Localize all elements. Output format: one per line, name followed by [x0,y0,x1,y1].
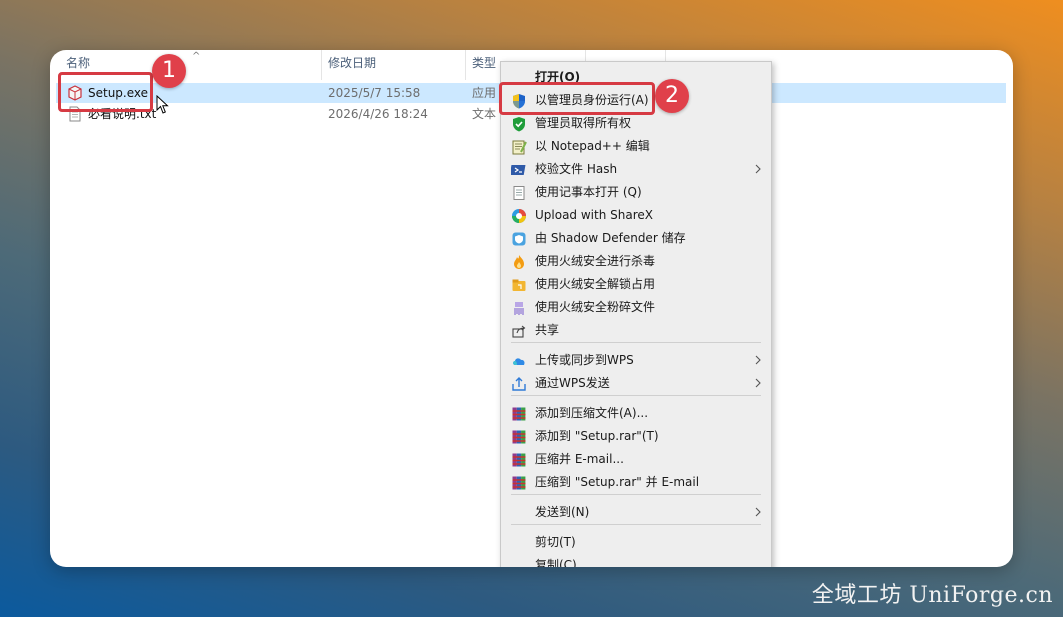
wps-send-icon [512,377,526,391]
huorong-flame-icon [514,255,524,269]
winrar-icon [512,476,526,490]
file-date: 2025/5/7 15:58 [328,86,421,100]
context-menu-item-label: 发送到(N) [535,505,590,519]
column-name-label: 名称 [66,56,91,70]
context-menu-item-label: 压缩并 E-mail... [535,452,624,466]
context-menu-item-label: 使用火绒安全进行杀毒 [535,254,656,268]
file-type: 文本 [472,107,497,121]
context-menu-item-label: 剪切(T) [535,535,576,549]
context-menu-item-label: 压缩到 "Setup.rar" 并 E-mail [535,475,700,489]
winrar-icon [512,430,526,444]
notepad-icon [513,186,525,200]
context-menu-item[interactable]: 使用火绒安全粉碎文件 [501,296,771,319]
context-menu-item-label: 使用记事本打开 (Q) [535,185,642,199]
context-menu-item-label: 添加到 "Setup.rar"(T) [535,429,659,443]
context-menu-item-label: 共享 [535,323,560,337]
context-menu-item[interactable]: 添加到 "Setup.rar"(T) [501,425,771,448]
context-menu-item[interactable]: 使用记事本打开 (Q) [501,181,771,204]
share-icon [512,325,526,338]
context-menu-item-label: 上传或同步到WPS [535,353,634,367]
callout-box-setup [58,72,153,112]
chevron-right-icon [755,507,761,517]
huorong-unlock-icon [512,279,526,291]
context-menu-item[interactable]: 使用火绒安全进行杀毒 [501,250,771,273]
context-menu-item[interactable]: 压缩到 "Setup.rar" 并 E-mail [501,471,771,494]
notepad-plus-plus-icon [512,140,527,155]
column-header-date[interactable]: 修改日期 [322,50,466,80]
winrar-icon [512,453,526,467]
context-menu-item[interactable]: 由 Shadow Defender 储存 [501,227,771,250]
chevron-right-icon [755,164,761,174]
sort-ascending-icon: ^ [192,51,201,62]
context-menu-item-label: 添加到压缩文件(A)... [535,406,649,420]
wps-cloud-icon [513,358,525,365]
menu-separator [511,342,761,343]
context-menu-item[interactable]: 使用火绒安全解锁占用 [501,273,771,296]
context-menu-item[interactable]: 以 Notepad++ 编辑 [501,135,771,158]
context-menu-item-label: 使用火绒安全粉碎文件 [535,300,656,314]
context-menu-item-label: Upload with ShareX [535,208,653,222]
context-menu-item-label: 由 Shadow Defender 储存 [535,231,686,245]
watermark: 全域工坊 UniForge.cn [811,583,1053,608]
context-menu-item[interactable]: 管理员取得所有权 [501,112,771,135]
callout-box-run-as-admin [499,82,655,115]
context-menu-item-label: 复制(C) [535,558,577,567]
powershell-icon [511,165,526,175]
context-menu-item[interactable]: Upload with ShareX [501,204,771,227]
context-menu-item-label: 通过WPS发送 [535,376,610,390]
menu-separator [511,524,761,525]
context-menu-item[interactable]: 发送到(N) [501,501,771,524]
shadow-defender-icon [512,232,526,246]
file-explorer-window: 名称 ^ 修改日期 类型 Setup.exe 2025/5/7 15:58 应用… [50,50,1013,567]
context-menu-item[interactable]: 通过WPS发送 [501,372,771,395]
column-date-label: 修改日期 [328,56,377,70]
step-badge-1: 1 [152,54,186,88]
context-menu: 打开(O) 以管理员身份运行(A) 管理员取得所有权以 Notepad++ 编辑 校验… [500,61,772,567]
menu-separator [511,395,761,396]
context-menu-item[interactable]: 校验文件 Hash [501,158,771,181]
file-type: 应用 [472,86,497,100]
context-menu-item-label: 使用火绒安全解锁占用 [535,277,656,291]
context-menu-item[interactable]: 上传或同步到WPS [501,349,771,372]
mouse-pointer-icon [156,95,169,114]
context-menu-item[interactable]: 添加到压缩文件(A)... [501,402,771,425]
file-date: 2026/4/26 18:24 [328,107,428,121]
context-menu-item[interactable]: 压缩并 E-mail... [501,448,771,471]
green-shield-icon [513,117,525,132]
sharex-icon [512,209,526,223]
context-menu-item[interactable]: 共享 [501,319,771,342]
step-badge-2: 2 [655,79,689,113]
context-menu-item-label: 校验文件 Hash [535,162,618,176]
menu-separator [511,494,761,495]
column-type-label: 类型 [472,56,497,70]
huorong-shred-icon [514,302,524,315]
context-menu-item-label: 以 Notepad++ 编辑 [535,139,650,153]
chevron-right-icon [755,355,761,365]
context-menu-item-label: 管理员取得所有权 [535,116,632,130]
context-menu-item[interactable]: 剪切(T) [501,531,771,554]
winrar-icon [512,407,526,421]
chevron-right-icon [755,378,761,388]
context-menu-item[interactable]: 复制(C) [501,554,771,567]
